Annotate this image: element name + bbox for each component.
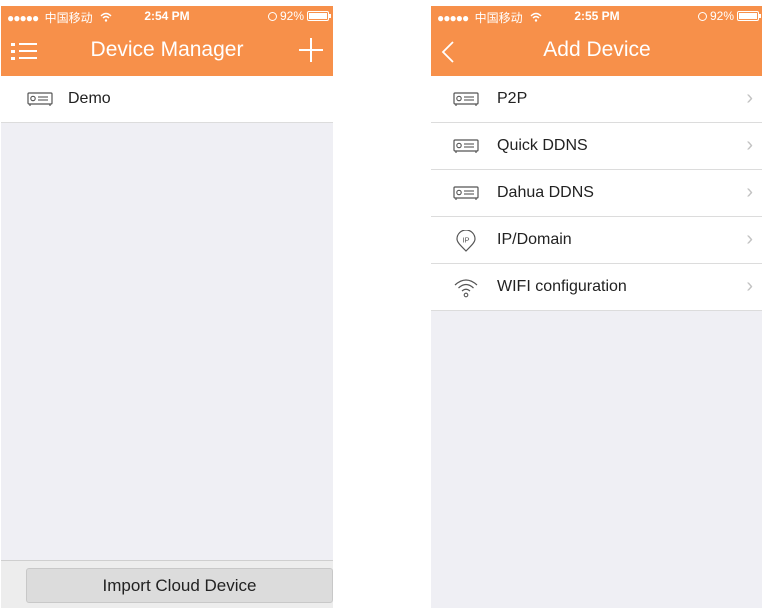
chevron-right-icon: ›	[746, 181, 753, 203]
battery-icon	[307, 11, 331, 21]
option-ip-domain[interactable]: IP IP/Domain ›	[431, 217, 762, 264]
header: ●●●●● 中国移动 2:55 PM 92% Add Device	[431, 6, 762, 76]
chevron-right-icon: ›	[746, 228, 753, 250]
status-bar: ●●●●● 中国移动 2:54 PM 92%	[1, 6, 333, 26]
chevron-right-icon: ›	[746, 275, 753, 297]
navigation-bar: Add Device	[431, 26, 762, 76]
option-label: Dahua DDNS	[497, 184, 594, 201]
option-label: WIFI configuration	[497, 278, 627, 295]
chevron-right-icon: ›	[746, 87, 753, 109]
ip-pin-icon: IP	[453, 229, 479, 252]
device-name: Demo	[68, 90, 111, 107]
svg-text:IP: IP	[462, 236, 469, 245]
add-device-screen: ●●●●● 中国移动 2:55 PM 92% Add Device P2P › …	[431, 6, 762, 608]
rotation-lock-icon	[267, 11, 277, 21]
option-wifi-configuration[interactable]: WIFI configuration ›	[431, 264, 762, 311]
dvr-device-icon	[453, 136, 479, 156]
device-row-demo[interactable]: Demo	[1, 76, 333, 123]
battery-icon	[737, 11, 761, 21]
dvr-device-icon	[453, 183, 479, 203]
option-quick-ddns[interactable]: Quick DDNS ›	[431, 123, 762, 170]
option-dahua-ddns[interactable]: Dahua DDNS ›	[431, 170, 762, 217]
add-device-options: P2P › Quick DDNS › Dahua DDNS › IP IP/Do…	[431, 76, 762, 311]
page-title: Add Device	[543, 38, 651, 61]
page-title: Device Manager	[90, 38, 244, 61]
device-list: Demo	[1, 76, 333, 123]
device-manager-screen: ●●●●● 中国移动 2:54 PM 92% Device Manager De…	[1, 6, 333, 608]
battery-percent: 92%	[279, 9, 304, 23]
dvr-device-icon	[453, 89, 479, 109]
status-bar: ●●●●● 中国移动 2:55 PM 92%	[431, 6, 762, 26]
navigation-bar: Device Manager	[1, 26, 333, 76]
option-p2p[interactable]: P2P ›	[431, 76, 762, 123]
plus-icon[interactable]	[299, 38, 323, 62]
battery-percent: 92%	[709, 9, 734, 23]
chevron-right-icon: ›	[746, 134, 753, 156]
import-cloud-device-button[interactable]: Import Cloud Device	[26, 568, 333, 603]
wifi-icon	[453, 277, 479, 298]
rotation-lock-icon	[697, 11, 707, 21]
dvr-device-icon	[27, 89, 53, 109]
bottom-toolbar: Import Cloud Device	[1, 560, 333, 608]
option-label: Quick DDNS	[497, 137, 588, 154]
header: ●●●●● 中国移动 2:54 PM 92% Device Manager	[1, 6, 333, 76]
option-label: P2P	[497, 90, 528, 107]
option-label: IP/Domain	[497, 231, 572, 248]
